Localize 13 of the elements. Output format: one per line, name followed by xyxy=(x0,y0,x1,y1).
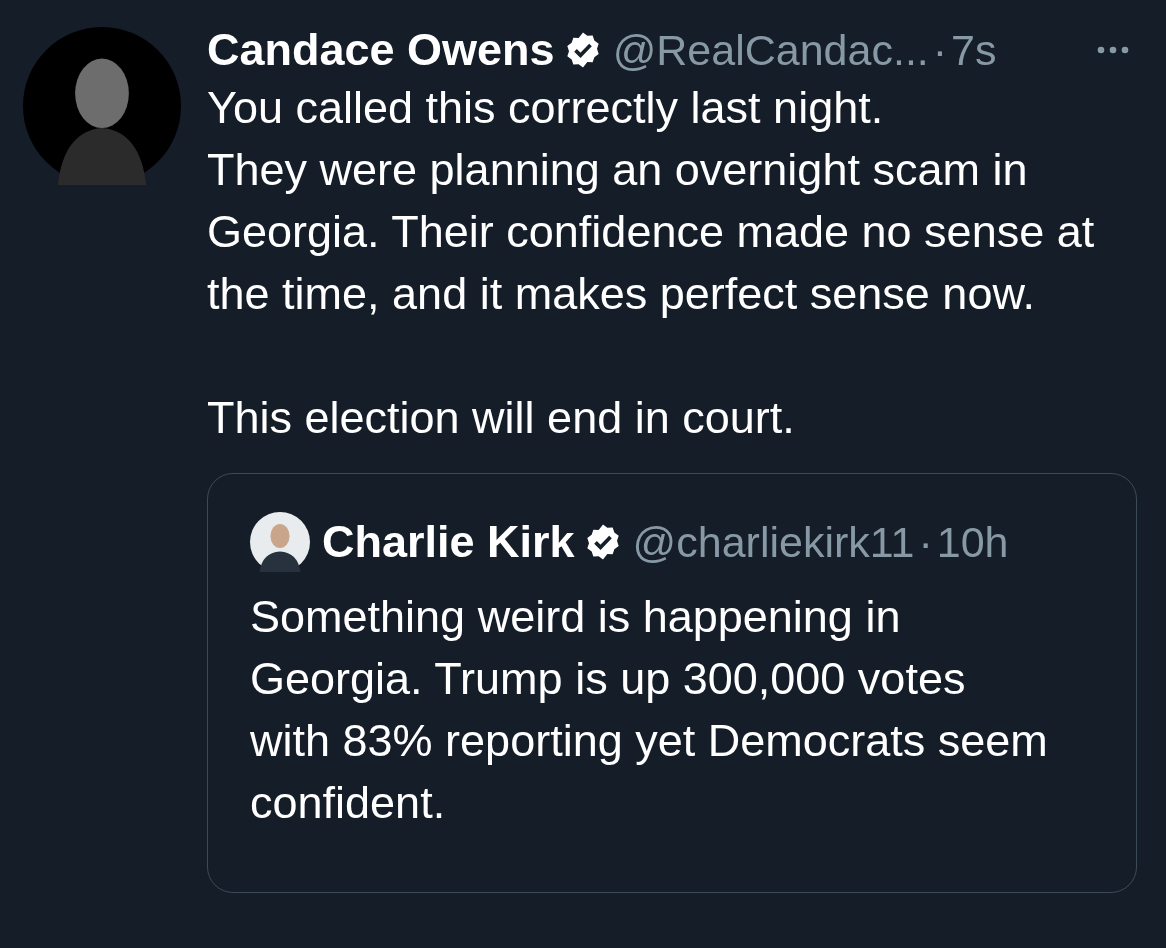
quoted-tweet-text: Something weird is happening in Georgia. Trump is up 300,000 votes with 83% reporting yet Democrats seem confident. xyxy=(250,590,1049,830)
dot-separator: · xyxy=(932,25,948,75)
author-name[interactable]: Charlie Kirk xyxy=(322,516,575,568)
dot-separator: · xyxy=(918,517,933,567)
more-options-icon[interactable] xyxy=(1095,44,1131,56)
author-handle: @RealCandac... xyxy=(612,25,929,75)
timestamp: 7s xyxy=(951,25,997,75)
quoted-tweet-card[interactable]: Charlie Kirk @charliekirk11·10h Something weird is happening in Georgia. Trump is up 300,000 votes with 83% reporting yet Democrats seem confident. xyxy=(207,473,1137,893)
author-name[interactable]: Candace Owens xyxy=(207,24,555,76)
tweet-text: You called this correctly last night. They were planning an overnight scam in Georgia. Their confidence made no sense at the time, and it makes perfect sense now. This election will end in court. xyxy=(207,81,1096,445)
author-handle: @charliekirk11 xyxy=(632,517,915,567)
timestamp: 10h xyxy=(936,517,1009,567)
avatar-icon[interactable] xyxy=(250,512,310,572)
